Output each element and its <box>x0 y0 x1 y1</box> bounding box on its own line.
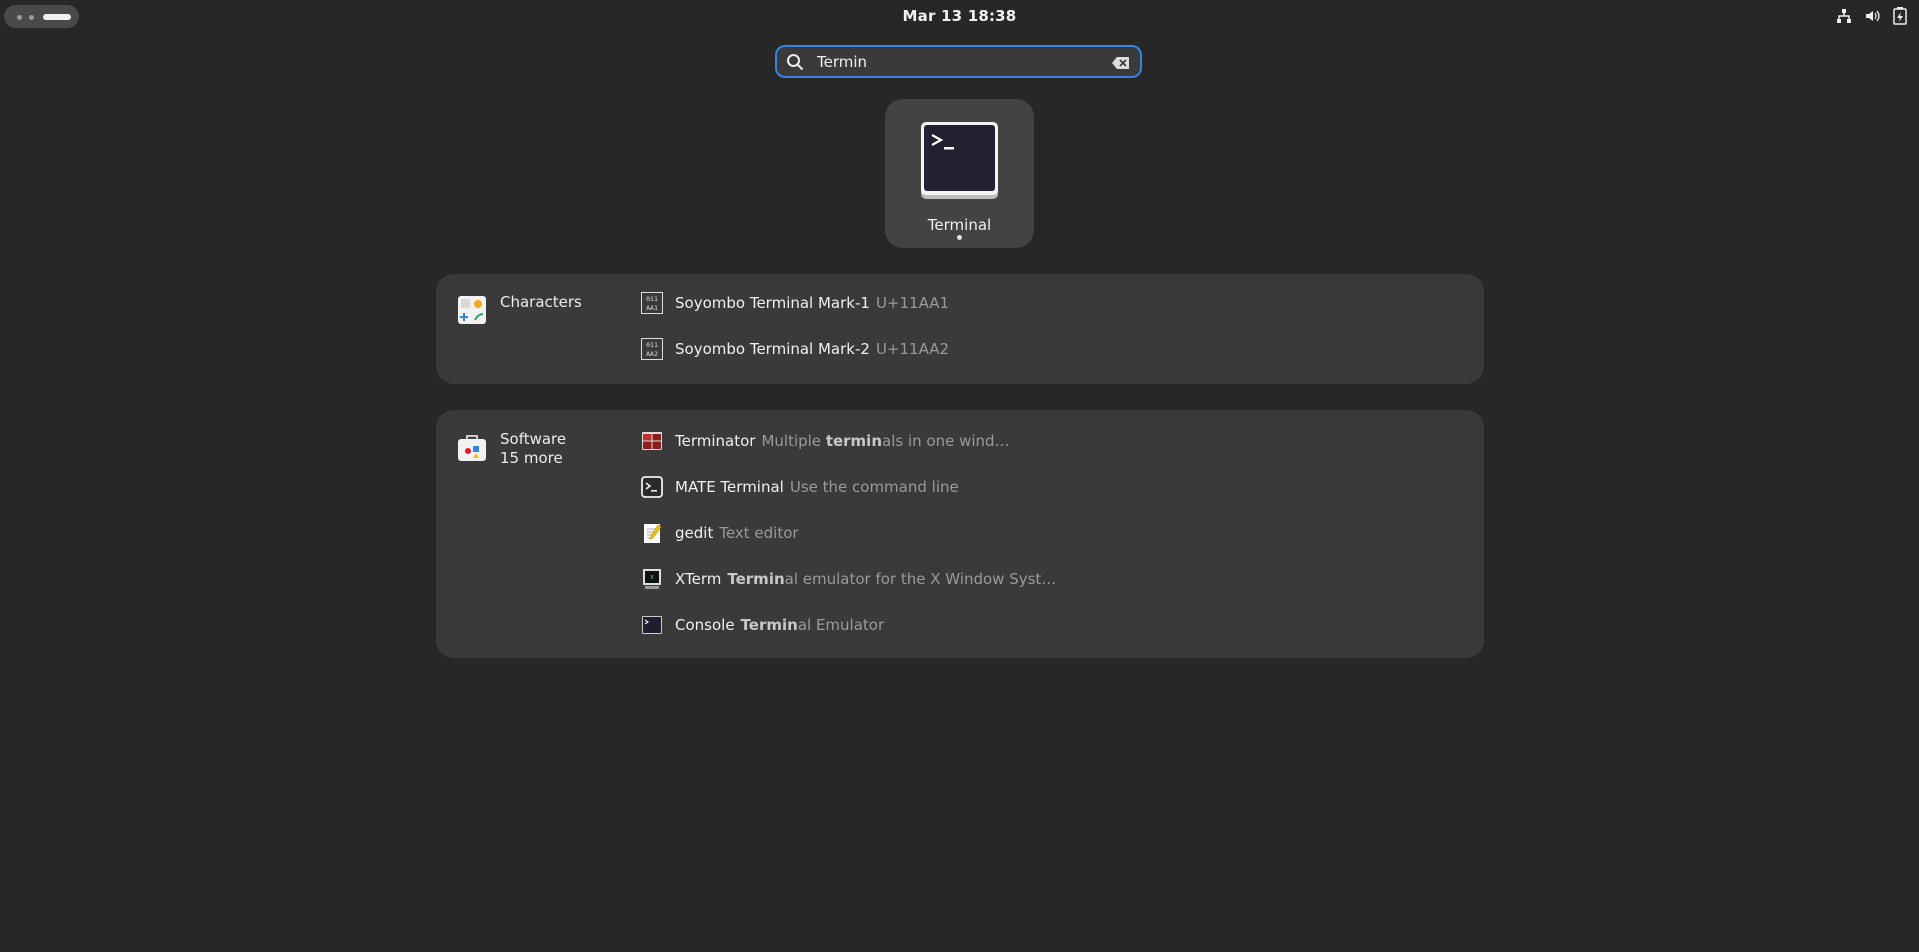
gedit-icon <box>640 521 664 545</box>
console-icon <box>640 613 664 637</box>
list-item[interactable]: Console Terminal Emulator <box>640 609 884 641</box>
app-result-terminal[interactable]: Terminal <box>885 99 1034 248</box>
desc-post: al Emulator <box>797 616 885 634</box>
svg-text:AA2: AA2 <box>646 350 658 358</box>
software-results-panel: Software 15 more Terminator Multiple ter… <box>436 410 1484 658</box>
network-icon[interactable] <box>1835 7 1853 25</box>
desc-post: als in one wind… <box>882 432 1010 450</box>
result-name: Terminator <box>675 432 756 450</box>
list-item[interactable]: 011 AA1 Soyombo Terminal Mark-1 U+11AA1 <box>640 287 949 319</box>
search-entry[interactable] <box>775 45 1142 78</box>
top-bar: Mar 13 18:38 <box>0 0 1919 32</box>
provider-name: Characters <box>500 293 582 311</box>
result-description: Use the command line <box>790 478 959 496</box>
result-name: MATE Terminal <box>675 478 784 496</box>
result-description: U+11AA1 <box>875 294 950 312</box>
result-name: XTerm <box>675 570 722 588</box>
desc-pre: Text editor <box>719 524 799 542</box>
svg-text:011: 011 <box>646 341 658 349</box>
svg-text:011: 011 <box>646 295 658 303</box>
characters-app-icon[interactable] <box>458 296 486 328</box>
list-item[interactable]: MATE Terminal Use the command line <box>640 471 959 503</box>
battery-icon[interactable] <box>1891 7 1909 25</box>
search-icon <box>786 53 804 75</box>
result-name: gedit <box>675 524 714 542</box>
list-item[interactable]: gedit Text editor <box>640 517 799 549</box>
characters-results-panel: Characters 011 AA1 Soyombo Terminal Mark-… <box>436 274 1484 384</box>
character-glyph-icon: 011 AA1 <box>640 291 664 315</box>
result-description: Text editor <box>719 524 798 542</box>
svg-text:AA1: AA1 <box>646 304 658 312</box>
result-description: Terminal Emulator <box>741 616 885 634</box>
mate-terminal-icon <box>640 475 664 499</box>
xterm-icon: X <box>640 567 664 591</box>
result-name: Soyombo Terminal Mark-1 <box>675 294 870 312</box>
svg-text:X: X <box>650 575 653 581</box>
result-description: Terminal emulator for the X Window Syst… <box>727 570 1056 588</box>
character-glyph-icon: 011 AA2 <box>640 337 664 361</box>
list-item[interactable]: 011 AA2 Soyombo Terminal Mark-2 U+11AA2 <box>640 333 949 365</box>
result-description: Multiple terminals in one wind… <box>761 432 1009 450</box>
desc-match: Termin <box>727 570 785 588</box>
terminal-icon <box>920 121 999 205</box>
app-label: Terminal <box>927 216 992 234</box>
clear-icon[interactable] <box>1112 55 1130 74</box>
more-results-link[interactable]: 15 more <box>500 449 563 467</box>
result-name: Soyombo Terminal Mark-2 <box>675 340 870 358</box>
date-time-clock[interactable]: Mar 13 18:38 <box>0 7 1919 25</box>
running-indicator <box>957 235 962 240</box>
desc-match: termin <box>825 432 883 450</box>
system-status-area[interactable] <box>1835 7 1909 25</box>
list-item[interactable]: X XTerm Terminal emulator for the X Wind… <box>640 563 1056 595</box>
terminator-icon <box>640 429 664 453</box>
desc-pre: Multiple <box>761 432 826 450</box>
result-description: U+11AA2 <box>875 340 950 358</box>
search-input[interactable] <box>817 51 1097 73</box>
desc-pre: Use the command line <box>789 478 959 496</box>
desc-match: Termin <box>740 616 798 634</box>
provider-name: Software <box>500 430 567 448</box>
volume-icon[interactable] <box>1863 7 1881 25</box>
desc-post: al emulator for the X Window Syst… <box>784 570 1057 588</box>
list-item[interactable]: Terminator Multiple terminals in one win… <box>640 425 1010 457</box>
result-name: Console <box>675 616 735 634</box>
software-app-icon[interactable] <box>458 433 486 465</box>
